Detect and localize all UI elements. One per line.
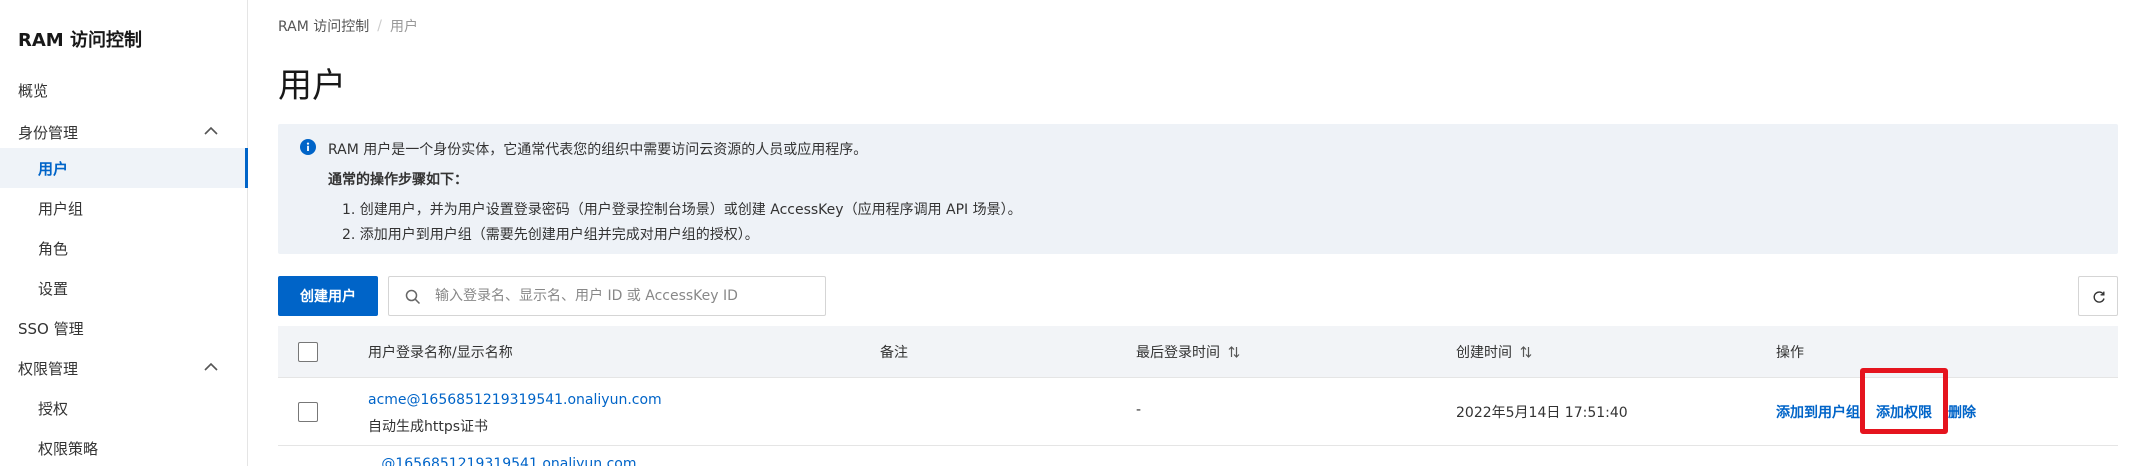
- column-header-name: 用户登录名称/显示名称: [368, 345, 513, 361]
- refresh-icon: [2093, 291, 2105, 303]
- search-icon: [405, 289, 421, 305]
- create-user-button[interactable]: 创建用户: [278, 276, 378, 316]
- column-header-last-login[interactable]: 最后登录时间: [1136, 326, 1240, 378]
- sort-icon: [1520, 346, 1532, 358]
- sidebar-item-label: 概览: [18, 81, 49, 100]
- breadcrumb-separator: /: [377, 18, 382, 34]
- column-header-actions: 操作: [1776, 345, 1804, 361]
- user-login-name-link[interactable]: ...@1656851219319541.onaliyun.com: [368, 456, 637, 466]
- info-text-step-1: 1. 创建用户，并为用户设置登录密码（用户登录控制台场景）或创建 AccessK…: [342, 202, 1022, 218]
- sidebar-item-users[interactable]: 用户: [0, 148, 248, 188]
- column-header-created[interactable]: 创建时间: [1456, 326, 1532, 378]
- sidebar-item-label: 设置: [38, 279, 69, 298]
- sidebar-item-label: 身份管理: [18, 123, 79, 142]
- sidebar: RAM 访问控制 概览 身份管理 用户 用户组 角色 设置 SSO 管理 权限管…: [0, 0, 248, 466]
- table-header: 用户登录名称/显示名称 备注 最后登录时间 创建时间 操作: [278, 326, 2118, 378]
- info-notice: RAM 用户是一个身份实体，它通常代表您的组织中需要访问云资源的人员或应用程序。…: [278, 124, 2118, 254]
- user-last-login: -: [1136, 402, 1142, 418]
- sidebar-item-roles[interactable]: 角色: [0, 228, 247, 268]
- refresh-button[interactable]: [2078, 276, 2118, 316]
- user-created-time: 2022年5月14日 17:51:40: [1456, 405, 1628, 421]
- app-root: RAM 访问控制 概览 身份管理 用户 用户组 角色 设置 SSO 管理 权限管…: [0, 0, 2148, 466]
- sidebar-item-policies[interactable]: 权限策略: [0, 428, 247, 466]
- page-title: 用户: [278, 66, 346, 106]
- sidebar-item-label: 用户: [38, 159, 69, 178]
- sidebar-item-overview[interactable]: 概览: [0, 70, 247, 110]
- sidebar-item-settings[interactable]: 设置: [0, 268, 247, 308]
- row-checkbox[interactable]: [298, 402, 318, 422]
- sidebar-group-identity[interactable]: 身份管理: [0, 112, 247, 152]
- breadcrumb-current: 用户: [390, 19, 418, 35]
- chevron-up-icon: [204, 362, 218, 371]
- sidebar-item-label: SSO 管理: [18, 319, 84, 338]
- sidebar-item-label: 用户组: [38, 199, 84, 218]
- add-permission-link[interactable]: 添加权限: [1876, 402, 1932, 422]
- sidebar-item-user-groups[interactable]: 用户组: [0, 188, 247, 228]
- sidebar-item-label: 授权: [38, 399, 69, 418]
- info-text-steps-heading: 通常的操作步骤如下：: [328, 172, 468, 188]
- highlight-box: [1860, 368, 1948, 434]
- sidebar-group-permissions[interactable]: 权限管理: [0, 348, 247, 388]
- breadcrumb: RAM 访问控制 / 用户: [278, 16, 418, 36]
- search-input[interactable]: [435, 278, 815, 314]
- column-header-note: 备注: [880, 345, 908, 361]
- sidebar-item-label: 权限管理: [18, 359, 79, 378]
- sidebar-item-label: 权限策略: [38, 439, 99, 458]
- select-all-checkbox[interactable]: [298, 342, 318, 362]
- info-text-intro: RAM 用户是一个身份实体，它通常代表您的组织中需要访问云资源的人员或应用程序。: [328, 142, 868, 158]
- info-text-step-2: 2. 添加用户到用户组（需要先创建用户组并完成对用户组的授权）。: [342, 227, 759, 243]
- sidebar-item-grants[interactable]: 授权: [0, 388, 247, 428]
- user-login-name-link[interactable]: acme@1656851219319541.onaliyun.com: [368, 392, 662, 408]
- delete-user-link[interactable]: 删除: [1948, 402, 1976, 422]
- column-header-label: 创建时间: [1456, 345, 1512, 361]
- sidebar-title: RAM 访问控制: [18, 30, 142, 51]
- chevron-up-icon: [204, 126, 218, 135]
- info-icon: [300, 139, 316, 155]
- breadcrumb-root[interactable]: RAM 访问控制: [278, 16, 369, 36]
- sidebar-item-sso[interactable]: SSO 管理: [0, 308, 247, 348]
- add-to-group-link[interactable]: 添加到用户组: [1776, 402, 1860, 422]
- column-header-label: 最后登录时间: [1136, 345, 1220, 361]
- search-box: [388, 276, 826, 316]
- user-display-name: 自动生成https证书: [368, 419, 489, 435]
- table-row: ...@1656851219319541.onaliyun.com: [278, 446, 2118, 466]
- table-row: acme@1656851219319541.onaliyun.com 自动生成h…: [278, 368, 2118, 446]
- sort-icon: [1228, 346, 1240, 358]
- sidebar-item-label: 角色: [38, 239, 69, 258]
